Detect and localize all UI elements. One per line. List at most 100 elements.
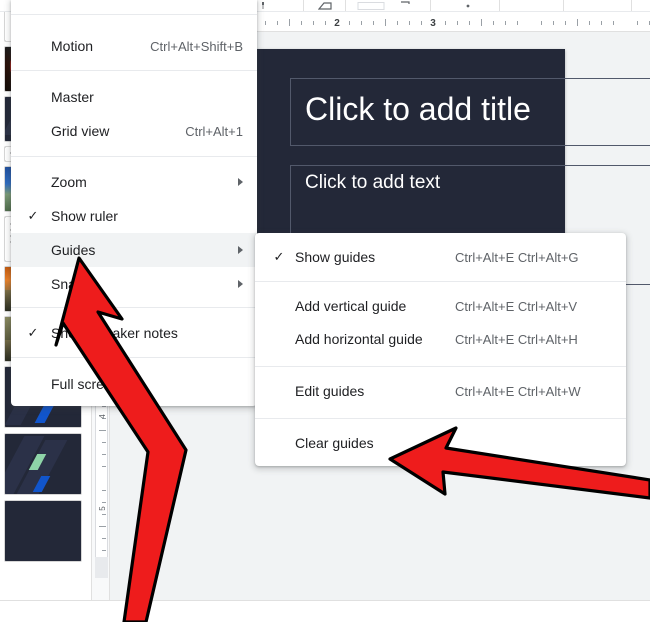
menu-item-master[interactable]: Master (11, 80, 257, 114)
ruler-tick (589, 21, 590, 25)
menu-item-label: Master (51, 89, 94, 105)
ruler-tick (541, 21, 542, 25)
ruler-tick (102, 454, 106, 455)
toolbar-divider-6 (631, 0, 632, 11)
menu-item-label: Full screen (51, 376, 120, 392)
submenu-item-clear-guides[interactable]: Clear guides (255, 423, 626, 463)
toolbar-divider-2 (345, 0, 346, 11)
ruler-tick (637, 21, 638, 25)
ruler-label: 3 (430, 18, 436, 29)
ruler-tick (99, 526, 106, 527)
submenu-divider (255, 366, 626, 367)
menu-item-snap-to[interactable]: Snap to (11, 267, 257, 301)
submenu-item-shortcut: Ctrl+Alt+E Ctrl+Alt+W (455, 383, 581, 399)
toolbar-divider (303, 0, 304, 11)
slide-thumbnail[interactable] (4, 433, 82, 495)
toolbar-divider-4 (499, 0, 500, 11)
ruler-tick (265, 21, 266, 25)
submenu-item-label: Edit guides (295, 383, 365, 399)
ruler-tick (397, 21, 398, 25)
view-menu[interactable]: Motion Ctrl+Alt+Shift+B Master Grid view… (11, 0, 257, 406)
ruler-tick (301, 21, 302, 25)
ruler-tick (565, 21, 566, 25)
submenu-item-shortcut: Ctrl+Alt+E Ctrl+Alt+G (455, 249, 579, 265)
ruler-tick (601, 21, 602, 25)
ruler-tick (349, 21, 350, 25)
chevron-right-icon (238, 280, 243, 288)
menu-check-icon: ✓ (27, 325, 39, 340)
ruler-tick (421, 21, 422, 25)
ruler-tick (102, 466, 106, 467)
ruler-tick (445, 21, 446, 25)
menu-item-show-speaker-notes[interactable]: ✓ Show speaker notes (11, 316, 257, 350)
submenu-item-add-horizontal-guide[interactable]: Add horizontal guide Ctrl+Alt+E Ctrl+Alt… (255, 319, 626, 359)
status-bar (0, 600, 650, 622)
toolbar-divider-5 (563, 0, 564, 11)
menu-item-label: Snap to (51, 276, 100, 292)
ruler-tick (577, 19, 578, 26)
menu-item-zoom[interactable]: Zoom (11, 165, 257, 199)
menu-item-motion[interactable]: Motion Ctrl+Alt+Shift+B (11, 29, 257, 63)
title-placeholder[interactable]: Click to add title (290, 78, 650, 146)
menu-item-shortcut: Ctrl+Alt+Shift+B (150, 38, 243, 54)
menu-item-label: Motion (51, 38, 94, 54)
ruler-tick (481, 19, 482, 26)
ruler-label: 5 (98, 506, 107, 511)
menu-check-icon: ✓ (273, 249, 285, 264)
menu-check-icon: ✓ (27, 208, 39, 223)
ruler-tick (553, 21, 554, 25)
submenu-divider (255, 418, 626, 419)
ruler-tick (505, 21, 506, 25)
ruler-tick (469, 21, 470, 25)
ruler-tick (493, 21, 494, 25)
menu-item-label: Grid view (51, 123, 110, 139)
guides-submenu[interactable]: ✓ Show guides Ctrl+Alt+E Ctrl+Alt+G Add … (255, 233, 626, 466)
paint-format-icon[interactable] (258, 1, 268, 10)
submenu-item-show-guides[interactable]: ✓ Show guides Ctrl+Alt+E Ctrl+Alt+G (255, 237, 626, 277)
menu-item-full-screen[interactable]: Full screen (11, 367, 257, 401)
ruler-tick (102, 442, 106, 443)
menu-item-label: Show ruler (51, 208, 118, 224)
textbox-icon[interactable] (357, 1, 385, 10)
ruler-tick (102, 490, 106, 491)
submenu-item-label: Show guides (295, 249, 376, 265)
menu-item-show-ruler[interactable]: ✓ Show ruler (11, 199, 257, 233)
ruler-tick (457, 21, 458, 25)
submenu-item-edit-guides[interactable]: Edit guides Ctrl+Alt+E Ctrl+Alt+W (255, 371, 626, 411)
menu-item-label: Guides (51, 242, 96, 258)
ruler-tick (409, 21, 410, 25)
menu-divider (11, 70, 257, 71)
menu-item-guides[interactable]: Guides (11, 233, 257, 267)
submenu-item-label: Clear guides (295, 435, 374, 451)
app-window: 45 123 Click to add title Click to add t… (0, 0, 650, 622)
menu-divider (11, 307, 257, 308)
submenu-item-shortcut: Ctrl+Alt+E Ctrl+Alt+H (455, 331, 578, 347)
menu-item-shortcut: Ctrl+Alt+1 (185, 123, 243, 139)
ruler-tick (517, 21, 518, 25)
title-placeholder-text: Click to add title (305, 91, 531, 127)
menu-item-grid-view[interactable]: Grid view Ctrl+Alt+1 (11, 114, 257, 148)
ruler-tick (361, 21, 362, 25)
submenu-item-label: Add horizontal guide (295, 331, 423, 347)
submenu-item-shortcut: Ctrl+Alt+E Ctrl+Alt+V (455, 298, 578, 314)
ruler-tick (373, 21, 374, 25)
chevron-right-icon (238, 246, 243, 254)
toolbar-divider-3 (430, 0, 431, 11)
vertical-ruler-shaded-bottom (95, 557, 108, 578)
ruler-tick (313, 21, 314, 25)
ruler-label: 4 (98, 414, 107, 419)
ruler-tick (613, 21, 614, 25)
ruler-tick (385, 19, 386, 26)
ruler-label: 2 (334, 18, 340, 29)
shape-icon[interactable] (318, 1, 334, 10)
menu-divider (11, 357, 257, 358)
submenu-divider (255, 281, 626, 282)
slide-thumbnail[interactable] (4, 500, 82, 562)
line-icon[interactable] (464, 1, 472, 10)
menu-item-label: Zoom (51, 174, 87, 190)
image-icon[interactable] (400, 1, 410, 10)
ruler-tick (289, 19, 290, 26)
body-placeholder-text: Click to add text (305, 172, 441, 193)
ruler-tick (102, 406, 106, 407)
ruler-tick (277, 21, 278, 25)
